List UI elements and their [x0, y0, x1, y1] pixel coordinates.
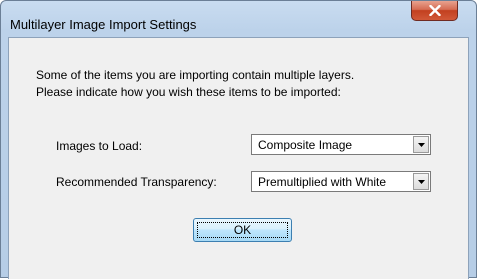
close-button[interactable] — [411, 1, 458, 21]
images-to-load-label: Images to Load: — [56, 139, 143, 153]
chevron-down-icon — [418, 143, 425, 147]
window-title: Multilayer Image Import Settings — [10, 17, 197, 32]
recommended-transparency-select[interactable]: Premultiplied with White — [251, 171, 431, 192]
ok-button-label: OK — [233, 223, 252, 237]
images-to-load-dropdown-button[interactable] — [413, 136, 429, 153]
images-to-load-select[interactable]: Composite Image — [251, 134, 431, 155]
recommended-transparency-dropdown-button[interactable] — [413, 173, 429, 190]
intro-text-line-1: Some of the items you are importing cont… — [36, 68, 355, 82]
recommended-transparency-value: Premultiplied with White — [258, 175, 387, 189]
close-icon — [429, 5, 441, 16]
images-to-load-value: Composite Image — [258, 138, 353, 152]
recommended-transparency-label: Recommended Transparency: — [56, 175, 217, 189]
title-bar[interactable]: Multilayer Image Import Settings — [1, 1, 476, 32]
intro-text-line-2: Please indicate how you wish these items… — [36, 85, 341, 99]
chevron-down-icon — [418, 180, 425, 184]
ok-button[interactable]: OK — [193, 218, 292, 242]
